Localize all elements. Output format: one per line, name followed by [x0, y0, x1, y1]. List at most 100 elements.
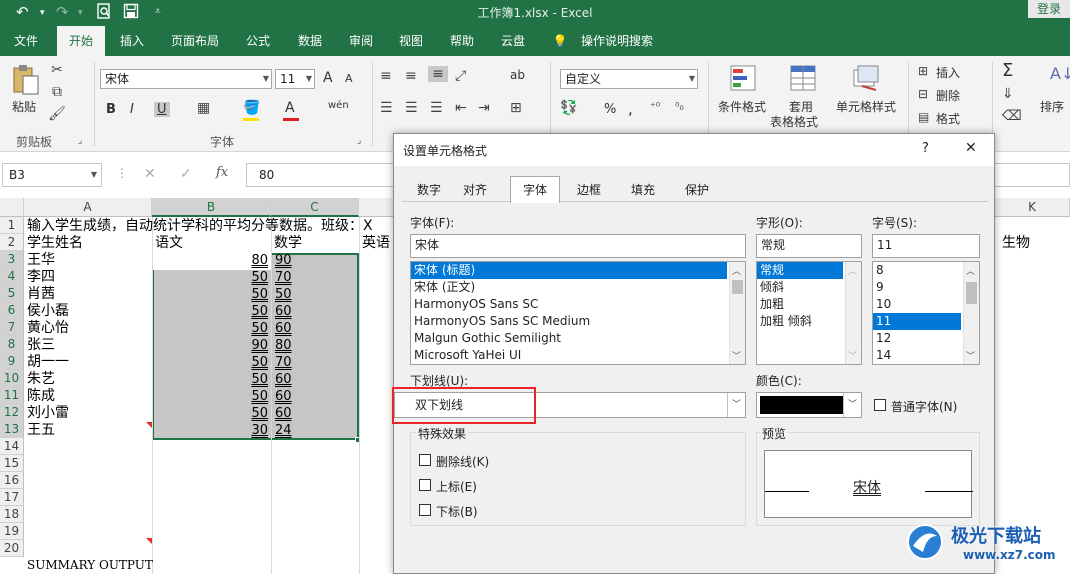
- row-header[interactable]: 4: [0, 268, 24, 285]
- phonetic-button[interactable]: wén: [328, 100, 349, 111]
- cell-k2[interactable]: 生物: [1002, 235, 1030, 252]
- wrap-text-button[interactable]: ab: [510, 68, 525, 82]
- align-middle-icon[interactable]: ≡: [405, 68, 417, 84]
- currency-icon[interactable]: 💱: [560, 100, 577, 116]
- tab-file[interactable]: 文件: [4, 26, 48, 56]
- style-list-scrollbar[interactable]: ︿ ﹀: [845, 262, 861, 364]
- decrease-indent-icon[interactable]: ⇤: [455, 100, 467, 116]
- font-list-item[interactable]: 宋体 (标题): [411, 262, 727, 279]
- cell-student-name[interactable]: 王华: [27, 252, 55, 269]
- align-center-icon[interactable]: ☰: [405, 100, 418, 116]
- column-header-a[interactable]: A: [24, 198, 152, 217]
- row-header[interactable]: 14: [0, 438, 24, 455]
- tab-cloud[interactable]: 云盘: [491, 26, 535, 56]
- subscript-checkbox[interactable]: [419, 504, 431, 516]
- cell-math-score[interactable]: 60: [275, 405, 292, 422]
- merge-cells-icon[interactable]: ⊞: [510, 100, 522, 116]
- cell-chinese-score[interactable]: 50: [152, 388, 268, 405]
- conditional-format-button[interactable]: 条件格式: [718, 98, 766, 115]
- orientation-icon[interactable]: ⤢: [455, 68, 466, 84]
- font-list-item[interactable]: HarmonyOS Sans SC: [411, 296, 745, 313]
- sort-filter-icon[interactable]: A↓: [1050, 64, 1070, 83]
- cell-student-name[interactable]: 肖茜: [27, 286, 55, 303]
- cell-math-score[interactable]: 24: [275, 422, 292, 439]
- font-list[interactable]: 宋体 (标题) 宋体 (正文) HarmonyOS Sans SC HarmonyOS…: [410, 261, 746, 365]
- strikethrough-checkbox[interactable]: [419, 454, 431, 466]
- cell-c2[interactable]: 数学: [274, 235, 302, 252]
- cell-math-score[interactable]: 70: [275, 269, 292, 286]
- cell-student-name[interactable]: 张三: [27, 337, 55, 354]
- cell-style-icon[interactable]: [851, 64, 881, 92]
- normal-font-checkbox[interactable]: [874, 399, 886, 411]
- tell-me-search[interactable]: 操作说明搜索: [574, 26, 660, 56]
- increase-decimal-icon[interactable]: ⁺⁰: [650, 100, 660, 113]
- cancel-icon[interactable]: ✕: [144, 166, 156, 182]
- row-header[interactable]: 11: [0, 387, 24, 404]
- tab-home[interactable]: 开始: [57, 26, 105, 57]
- cell-style-button[interactable]: 单元格样式: [836, 98, 896, 115]
- column-header-c[interactable]: C: [271, 198, 359, 217]
- cell-math-score[interactable]: 80: [275, 337, 292, 354]
- row-header[interactable]: 12: [0, 404, 24, 421]
- color-picker[interactable]: ﹀: [756, 392, 862, 418]
- tab-number[interactable]: 数字: [408, 178, 450, 202]
- close-icon[interactable]: ✕: [965, 140, 977, 156]
- cell-a1[interactable]: 输入学生成绩，自动统计学科的平均分等数据。班级：X: [27, 218, 373, 235]
- clear-icon[interactable]: ⌫: [1002, 108, 1022, 124]
- cell-chinese-score[interactable]: 50: [152, 354, 268, 371]
- cell-chinese-score[interactable]: 50: [152, 320, 268, 337]
- cell-math-score[interactable]: 60: [275, 388, 292, 405]
- tab-view[interactable]: 视图: [389, 26, 433, 56]
- font-input[interactable]: 宋体: [410, 234, 746, 258]
- size-input[interactable]: 11: [872, 234, 980, 258]
- row-header[interactable]: 20: [0, 540, 24, 557]
- chevron-up-icon[interactable]: ︿: [966, 264, 975, 277]
- sort-filter-button[interactable]: 排序: [1040, 98, 1064, 115]
- cut-icon[interactable]: ✂: [48, 62, 66, 78]
- font-name-combo[interactable]: 宋体 ▼: [100, 69, 272, 89]
- borders-icon[interactable]: ▦: [197, 100, 210, 116]
- column-header-b[interactable]: B: [152, 198, 271, 217]
- underline-button[interactable]: U: [154, 102, 170, 117]
- row-header[interactable]: 8: [0, 336, 24, 353]
- column-header-d[interactable]: [359, 198, 395, 217]
- font-shrink-button[interactable]: A: [345, 72, 353, 85]
- fill-down-icon[interactable]: ⇓: [1002, 86, 1014, 102]
- column-header-k[interactable]: K: [995, 198, 1070, 217]
- row-header[interactable]: 1: [0, 217, 24, 234]
- cell-chinese-score[interactable]: 50: [152, 371, 268, 388]
- paste-icon[interactable]: [10, 64, 42, 96]
- row-header[interactable]: 2: [0, 234, 24, 251]
- row-header[interactable]: 10: [0, 370, 24, 387]
- comma-button[interactable]: ,: [628, 100, 633, 118]
- tab-border[interactable]: 边框: [566, 178, 612, 202]
- cell-chinese-score[interactable]: 50: [152, 405, 268, 422]
- cell-math-score[interactable]: 60: [275, 303, 292, 320]
- tab-protection[interactable]: 保护: [674, 178, 720, 202]
- font-list-scrollbar[interactable]: ︿ ﹀: [729, 262, 745, 364]
- tab-insert[interactable]: 插入: [110, 26, 154, 56]
- bold-button[interactable]: B: [106, 102, 116, 117]
- cell-student-name[interactable]: 朱艺: [27, 371, 55, 388]
- cell-b2[interactable]: 语文: [155, 235, 183, 252]
- cell-chinese-score[interactable]: 80: [152, 252, 268, 269]
- font-list-item[interactable]: HarmonyOS Sans SC Medium: [411, 313, 745, 330]
- cell-math-score[interactable]: 90: [275, 252, 292, 269]
- chevron-down-icon[interactable]: ﹀: [727, 393, 745, 417]
- align-top-icon[interactable]: ≡: [380, 68, 392, 84]
- cell-student-name[interactable]: 侯小磊: [27, 303, 69, 320]
- format-cells-icon[interactable]: ▤: [918, 110, 929, 124]
- select-all-corner[interactable]: [0, 198, 24, 217]
- tab-alignment[interactable]: 对齐: [454, 178, 496, 202]
- format-cells-button[interactable]: 格式: [936, 110, 960, 127]
- row-header[interactable]: 13: [0, 421, 24, 438]
- align-right-icon[interactable]: ☰: [430, 100, 443, 116]
- font-list-item[interactable]: Malgun Gothic Semilight: [411, 330, 745, 347]
- font-launcher-icon[interactable]: ⌟: [357, 136, 361, 146]
- chevron-down-icon[interactable]: ﹀: [966, 349, 975, 362]
- size-list[interactable]: 8 9 10 11 12 14 ︿ ﹀: [872, 261, 980, 365]
- cell-student-name[interactable]: 胡一一: [27, 354, 69, 371]
- format-painter-icon[interactable]: 🖌: [48, 106, 66, 122]
- tab-font[interactable]: 字体: [510, 176, 560, 203]
- fill-color-icon[interactable]: 🪣: [243, 100, 260, 116]
